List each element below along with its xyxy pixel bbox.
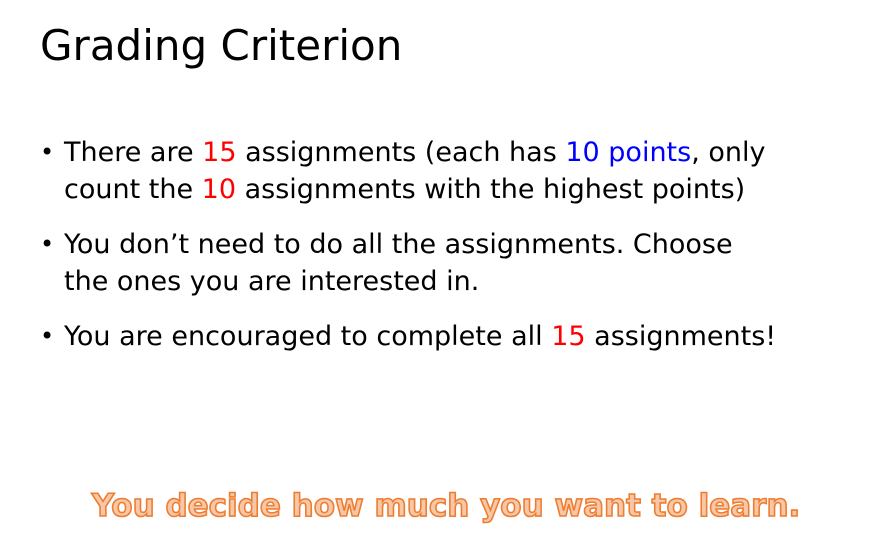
bullet-line: There are 15 assignments (each has 10 po… (64, 134, 868, 171)
slide-title: Grading Criterion (40, 21, 403, 70)
text-segment: There are (64, 137, 203, 168)
highlight-number: 15 (202, 137, 237, 168)
bullet-encouragement: • You are encouraged to complete all 15 … (38, 318, 868, 355)
bullet-choose-assignments: • You don’t need to do all the assignmen… (38, 226, 868, 300)
tagline-banner: You decide how much you want to learn. (91, 487, 801, 525)
highlight-points: 10 points (565, 137, 692, 168)
bullet-icon: • (40, 322, 55, 350)
bullet-line: You don’t need to do all the assignments… (64, 229, 733, 260)
bullet-line: the ones you are interested in. (64, 266, 480, 297)
highlight-number: 10 (201, 174, 237, 205)
text-segment: You are encouraged to complete all (64, 321, 552, 352)
text-segment: assignments with the highest points) (236, 174, 746, 205)
slide: Grading Criterion • There are 15 assignm… (0, 0, 892, 559)
bullet-list: • There are 15 assignments (each has 10 … (38, 134, 868, 373)
bullet-line: You are encouraged to complete all 15 as… (64, 318, 868, 355)
text-segment: assignments (each has (236, 137, 566, 168)
text-segment: count the (64, 174, 202, 205)
bullet-assignments-count: • There are 15 assignments (each has 10 … (38, 134, 868, 208)
bullet-line: count the 10 assignments with the highes… (64, 171, 868, 208)
highlight-number: 15 (551, 321, 586, 352)
bullet-icon: • (40, 230, 55, 258)
text-segment: , only (691, 137, 766, 168)
text-segment: assignments! (585, 321, 777, 352)
bullet-icon: • (40, 138, 55, 166)
